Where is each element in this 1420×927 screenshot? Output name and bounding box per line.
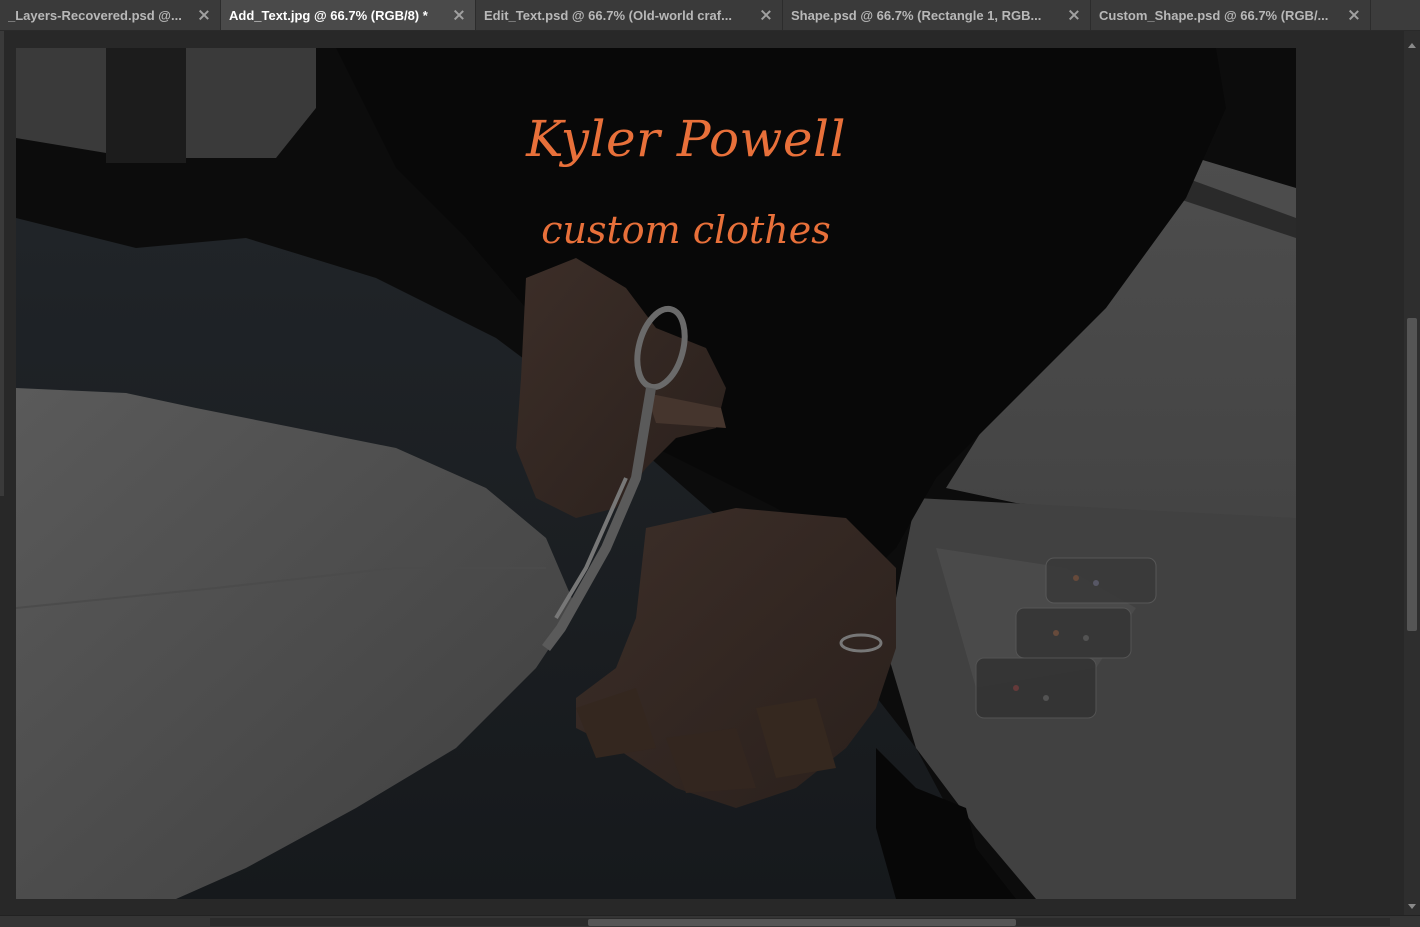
document-canvas[interactable]: Kyler Powell custom clothes — [16, 48, 1296, 899]
vertical-scrollbar[interactable] — [1404, 31, 1420, 915]
scroll-up-arrow-icon[interactable] — [1408, 43, 1416, 48]
panel-edge — [0, 31, 4, 496]
tab-label: _Layers-Recovered.psd @... — [8, 7, 182, 23]
tab-add-text[interactable]: Add_Text.jpg @ 66.7% (RGB/8) * — [221, 0, 476, 30]
subtitle-text-layer[interactable]: custom clothes — [46, 208, 1296, 252]
scroll-down-arrow-icon[interactable] — [1408, 904, 1416, 909]
title-text-layer[interactable]: Kyler Powell — [46, 110, 1296, 168]
tab-edit-text[interactable]: Edit_Text.psd @ 66.7% (Old-world craf... — [476, 0, 783, 30]
tab-layers-recovered[interactable]: _Layers-Recovered.psd @... — [0, 0, 221, 30]
tab-label: Custom_Shape.psd @ 66.7% (RGB/... — [1099, 7, 1329, 23]
tab-label: Add_Text.jpg @ 66.7% (RGB/8) * — [229, 7, 428, 23]
tailor-photo — [16, 48, 1296, 899]
vertical-scroll-thumb[interactable] — [1407, 318, 1417, 631]
close-icon[interactable] — [1068, 9, 1080, 21]
document-tab-bar: _Layers-Recovered.psd @... Add_Text.jpg … — [0, 0, 1420, 31]
tab-label: Edit_Text.psd @ 66.7% (Old-world craf... — [484, 7, 732, 23]
horizontal-scroll-thumb[interactable] — [588, 919, 1016, 926]
status-bar — [0, 915, 1420, 927]
close-icon[interactable] — [453, 9, 465, 21]
tab-custom-shape[interactable]: Custom_Shape.psd @ 66.7% (RGB/... — [1091, 0, 1371, 30]
tab-shape[interactable]: Shape.psd @ 66.7% (Rectangle 1, RGB... — [783, 0, 1091, 30]
close-icon[interactable] — [198, 9, 210, 21]
close-icon[interactable] — [760, 9, 772, 21]
close-icon[interactable] — [1348, 9, 1360, 21]
tab-label: Shape.psd @ 66.7% (Rectangle 1, RGB... — [791, 7, 1042, 23]
